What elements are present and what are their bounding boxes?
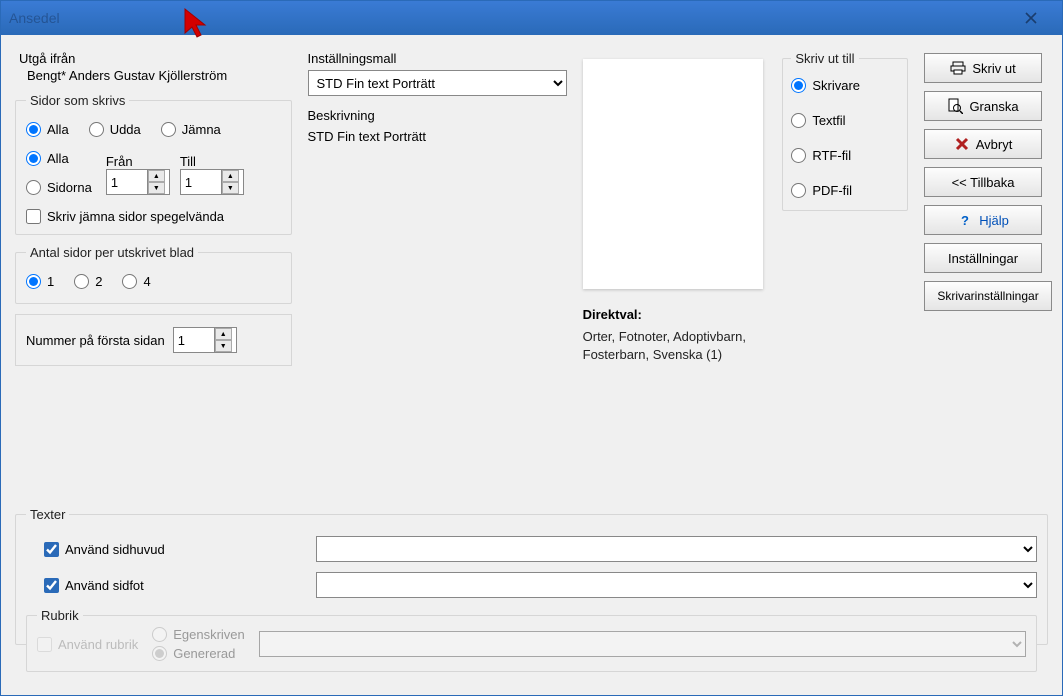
spin-down-icon[interactable]: ▼ — [148, 182, 165, 194]
direktval-group: Direktval: Orter, Fotnoter, Adoptivbarn,… — [583, 307, 767, 364]
radio-range-all[interactable]: Alla — [26, 151, 92, 166]
spin-up-icon[interactable]: ▲ — [222, 170, 239, 182]
back-button[interactable]: << Tillbaka — [924, 167, 1042, 197]
first-page-group: Nummer på första sidan ▲▼ — [15, 314, 292, 366]
description-label: Beskrivning — [308, 108, 567, 123]
radio-persheet-4[interactable]: 4 — [122, 274, 150, 289]
cancel-icon — [954, 136, 970, 152]
radio-out-rtf[interactable]: RTF-fil — [791, 148, 899, 163]
output-group: Skriv ut till Skrivare Textfil RTF-fil P… — [782, 51, 908, 211]
from-group: Utgå ifrån Bengt* Anders Gustav Kjöllers… — [15, 45, 292, 83]
preview-column: Direktval: Orter, Fotnoter, Adoptivbarn,… — [583, 45, 767, 463]
to-page-label: Till — [180, 154, 244, 169]
rubrik-checkbox[interactable]: Använd rubrik — [37, 637, 138, 652]
radio-out-pdf[interactable]: PDF-fil — [791, 183, 899, 198]
direktval-label: Direktval: — [583, 307, 767, 322]
svg-text:?: ? — [961, 213, 969, 228]
rubrik-group: Rubrik Använd rubrik Egenskriven Generer… — [26, 608, 1037, 672]
output-column: Skriv ut till Skrivare Textfil RTF-fil P… — [782, 45, 908, 463]
spin-up-icon[interactable]: ▲ — [215, 328, 232, 340]
help-button[interactable]: ? Hjälp — [924, 205, 1042, 235]
spin-down-icon[interactable]: ▼ — [215, 340, 232, 352]
mirror-checkbox[interactable]: Skriv jämna sidor spegelvända — [26, 209, 281, 224]
printer-icon — [950, 60, 966, 76]
printer-settings-button[interactable]: Skrivarinställningar — [924, 281, 1052, 311]
spin-up-icon[interactable]: ▲ — [148, 170, 165, 182]
from-page-label: Från — [106, 154, 170, 169]
radio-persheet-1[interactable]: 1 — [26, 274, 54, 289]
footer-select[interactable] — [316, 572, 1037, 598]
to-page-input[interactable] — [181, 173, 221, 192]
radio-pages-even[interactable]: Jämna — [161, 122, 221, 137]
first-page-spinner[interactable]: ▲▼ — [173, 327, 237, 353]
left-column: Utgå ifrån Bengt* Anders Gustav Kjöllers… — [15, 45, 292, 463]
settings-button[interactable]: Inställningar — [924, 243, 1042, 273]
rubrik-legend: Rubrik — [37, 608, 83, 623]
preview-button[interactable]: Granska — [924, 91, 1042, 121]
from-page-spinner[interactable]: ▲▼ — [106, 169, 170, 195]
window-title: Ansedel — [9, 10, 60, 26]
radio-rubrik-gen[interactable]: Genererad — [152, 646, 245, 661]
print-dialog-window: Ansedel Utgå ifrån Bengt* Anders Gustav … — [0, 0, 1063, 696]
radio-rubrik-own[interactable]: Egenskriven — [152, 627, 245, 642]
description-value: STD Fin text Porträtt — [308, 129, 567, 144]
spin-down-icon[interactable]: ▼ — [222, 182, 239, 194]
output-legend: Skriv ut till — [791, 51, 858, 66]
per-sheet-group: Antal sidor per utskrivet blad 1 2 4 — [15, 245, 292, 304]
pages-legend: Sidor som skrivs — [26, 93, 129, 108]
from-page-input[interactable] — [107, 173, 147, 192]
texter-legend: Texter — [26, 507, 69, 522]
first-page-label: Nummer på första sidan — [26, 333, 165, 348]
magnifier-icon — [947, 98, 963, 114]
template-select[interactable]: STD Fin text Porträtt — [308, 70, 567, 96]
from-label: Utgå ifrån — [19, 51, 292, 66]
header-select[interactable] — [316, 536, 1037, 562]
per-sheet-legend: Antal sidor per utskrivet blad — [26, 245, 198, 260]
cancel-button[interactable]: Avbryt — [924, 129, 1042, 159]
template-column: Inställningsmall STD Fin text Porträtt B… — [308, 45, 567, 463]
close-button[interactable] — [1008, 5, 1054, 31]
header-checkbox[interactable]: Använd sidhuvud — [44, 542, 165, 557]
close-icon — [1025, 12, 1037, 24]
print-button[interactable]: Skriv ut — [924, 53, 1042, 83]
template-label: Inställningsmall — [308, 51, 397, 66]
radio-range-sidorna[interactable]: Sidorna — [26, 180, 92, 195]
titlebar: Ansedel — [1, 1, 1062, 35]
to-page-spinner[interactable]: ▲▼ — [180, 169, 244, 195]
radio-pages-all[interactable]: Alla — [26, 122, 69, 137]
radio-pages-odd[interactable]: Udda — [89, 122, 141, 137]
help-icon: ? — [957, 212, 973, 228]
buttons-column: Skriv ut Granska Avbryt << Tillbaka — [924, 45, 1048, 463]
radio-persheet-2[interactable]: 2 — [74, 274, 102, 289]
pages-group: Sidor som skrivs Alla Udda Jämna Alla Si… — [15, 93, 292, 235]
rubrik-select — [259, 631, 1026, 657]
footer-checkbox[interactable]: Använd sidfot — [44, 578, 144, 593]
texter-group: Texter Använd sidhuvud Använd sidfot — [15, 507, 1048, 645]
from-value: Bengt* Anders Gustav Kjöllerström — [19, 66, 292, 83]
preview-pane — [583, 59, 763, 289]
direktval-text: Orter, Fotnoter, Adoptivbarn, Fosterbarn… — [583, 329, 746, 362]
radio-out-printer[interactable]: Skrivare — [791, 78, 899, 93]
first-page-input[interactable] — [174, 331, 214, 350]
radio-out-textfile[interactable]: Textfil — [791, 113, 899, 128]
